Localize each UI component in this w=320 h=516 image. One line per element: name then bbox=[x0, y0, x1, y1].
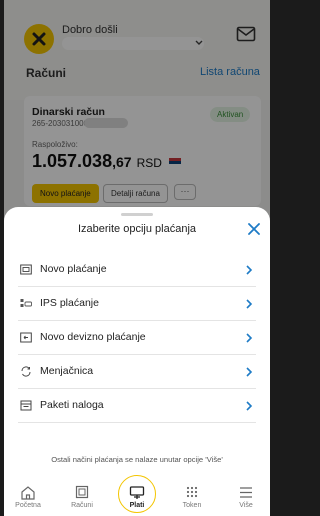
option-foreign-payment[interactable]: Novo devizno plaćanje bbox=[18, 321, 256, 355]
accounts-icon bbox=[75, 485, 89, 499]
tab-label: Početna bbox=[15, 502, 41, 509]
option-label: Paketi naloga bbox=[40, 399, 104, 411]
tab-token[interactable]: Token bbox=[170, 485, 214, 509]
tab-label: Plati bbox=[129, 502, 145, 509]
tab-label: Računi bbox=[71, 502, 93, 509]
chevron-right-icon bbox=[246, 265, 253, 275]
home-icon bbox=[21, 486, 35, 500]
chevron-right-icon bbox=[246, 401, 253, 411]
chevron-right-icon bbox=[246, 333, 253, 343]
tab-accounts[interactable]: Računi bbox=[60, 485, 104, 509]
tab-pay[interactable]: Plati bbox=[115, 485, 159, 509]
tab-label: Više bbox=[239, 502, 253, 509]
option-order-packages[interactable]: Paketi naloga bbox=[18, 389, 256, 423]
chevron-right-icon bbox=[246, 367, 253, 377]
menu-icon bbox=[240, 487, 252, 498]
option-label: Novo plaćanje bbox=[40, 263, 107, 275]
tab-more[interactable]: Više bbox=[224, 485, 268, 509]
currency-exchange-icon bbox=[21, 366, 31, 377]
tab-home[interactable]: Početna bbox=[6, 485, 50, 509]
option-label: IPS plaćanje bbox=[40, 297, 99, 309]
pay-icon bbox=[129, 486, 145, 499]
option-new-payment[interactable]: Novo plaćanje bbox=[18, 253, 256, 287]
close-icon[interactable] bbox=[245, 220, 263, 238]
token-icon bbox=[186, 486, 198, 498]
option-ips-payment[interactable]: IPS plaćanje bbox=[18, 287, 256, 321]
order-package-icon bbox=[20, 400, 32, 411]
foreign-payment-icon bbox=[20, 332, 32, 343]
bottom-tab-bar: Početna Računi Plati Token Više bbox=[4, 473, 270, 516]
sheet-drag-handle[interactable] bbox=[121, 213, 153, 216]
payment-slip-icon bbox=[20, 264, 32, 275]
option-label: Novo devizno plaćanje bbox=[40, 331, 146, 343]
phone-screen: Dobro došli Računi Lista računa Dinarski… bbox=[4, 0, 270, 516]
tab-label: Token bbox=[182, 502, 202, 509]
sheet-title: Izaberite opciju plaćanja bbox=[77, 223, 197, 235]
option-currency-exchange[interactable]: Menjačnica bbox=[18, 355, 256, 389]
option-label: Menjačnica bbox=[40, 365, 94, 377]
chevron-right-icon bbox=[246, 299, 253, 309]
ips-qr-icon bbox=[20, 299, 32, 307]
more-options-note: Ostali načini plaćanja se nalaze unutar … bbox=[51, 455, 223, 464]
payment-options-sheet: Izaberite opciju plaćanja Novo plaćanje … bbox=[4, 207, 270, 516]
